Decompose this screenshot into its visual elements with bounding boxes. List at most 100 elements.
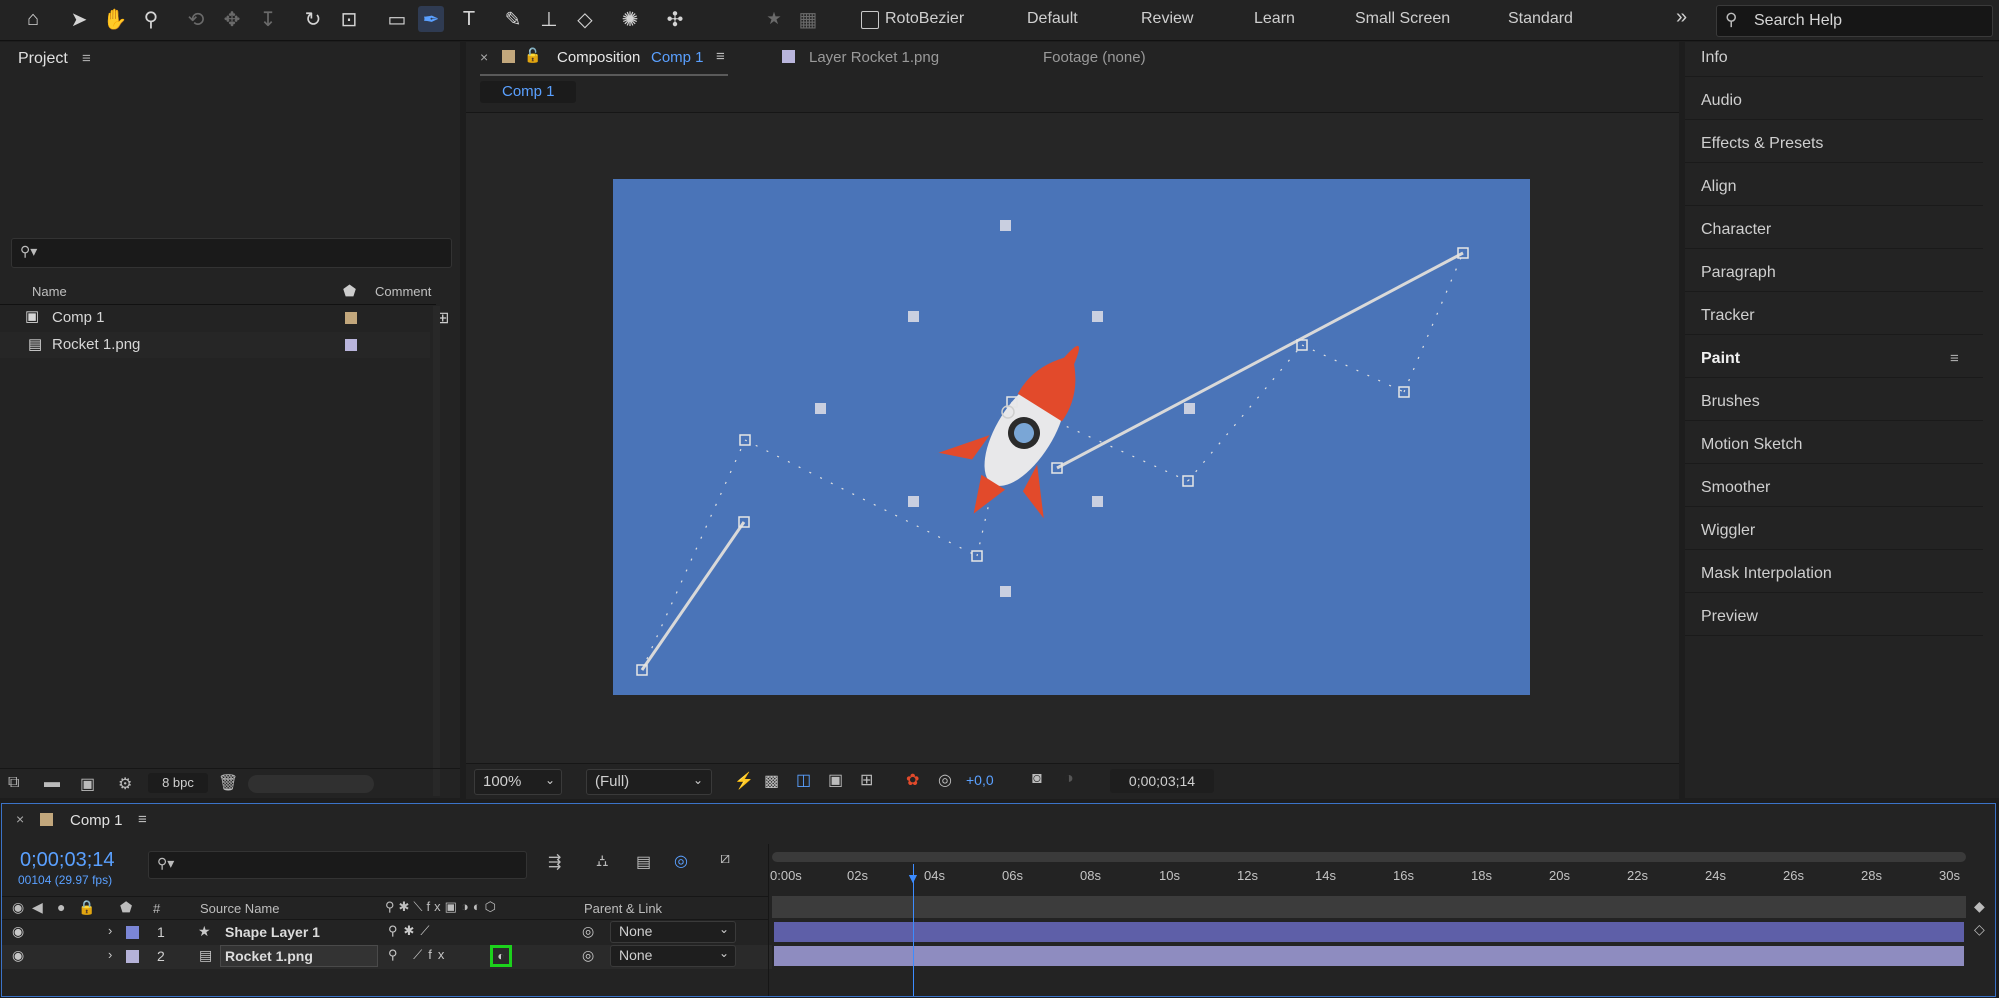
layer-switches[interactable]: ⚲ ⟋fx	[388, 947, 450, 963]
comp-mini-flowchart-icon[interactable]: ⇶	[548, 852, 561, 872]
breadcrumb[interactable]: Comp 1	[480, 81, 576, 103]
eye-icon[interactable]: ◉	[12, 899, 24, 916]
layer-name[interactable]: Rocket 1.png	[225, 948, 313, 964]
panel-align[interactable]: Align	[1685, 178, 1999, 196]
workspace-small-screen[interactable]: Small Screen	[1355, 10, 1450, 28]
interpret-footage-icon[interactable]: ⧉	[8, 774, 19, 792]
workspace-default[interactable]: Default	[1027, 10, 1078, 28]
region-of-interest-icon[interactable]: ▣	[828, 770, 843, 790]
new-folder-icon[interactable]: ▬	[44, 774, 60, 792]
roto-brush-icon[interactable]: ✺	[617, 6, 643, 32]
lock-icon[interactable]: 🔓	[524, 47, 541, 64]
parent-dropdown[interactable]: None ⌄	[610, 945, 736, 967]
close-icon[interactable]: ×	[16, 811, 24, 827]
pan-behind-tool-icon[interactable]: ⊡	[336, 6, 362, 32]
name-column-header[interactable]: Name	[32, 284, 67, 299]
panel-menu-icon[interactable]: ≡	[138, 811, 147, 828]
viewer-timecode[interactable]: 0;00;03;14	[1110, 769, 1214, 793]
layer-label-color[interactable]	[126, 950, 139, 963]
project-panel-title[interactable]: Project	[18, 50, 68, 68]
panel-info[interactable]: Info	[1685, 49, 1999, 67]
frame-blending-icon[interactable]: ▤	[636, 852, 651, 872]
layer-bar-shape[interactable]	[774, 922, 1964, 942]
close-icon[interactable]: ×	[480, 49, 488, 65]
panel-brushes[interactable]: Brushes	[1685, 393, 1999, 411]
number-column-header[interactable]: #	[153, 901, 160, 916]
panel-paragraph[interactable]: Paragraph	[1685, 264, 1999, 282]
channel-icon[interactable]: ✿	[906, 770, 919, 790]
label-tag-icon[interactable]: ⬟	[343, 282, 356, 300]
workspace-standard[interactable]: Standard	[1508, 10, 1573, 28]
table-row[interactable]: ◉ › 2 ▤ Rocket 1.png ⚲ ⟋fx ◐ ◎ None ⌄	[2, 945, 772, 969]
grid-guides-icon[interactable]: ⊞	[860, 770, 873, 790]
list-item[interactable]: ▣ Comp 1	[0, 305, 430, 331]
expand-chevron-icon[interactable]: ›	[108, 947, 112, 962]
project-scrollbar[interactable]	[433, 306, 440, 796]
panel-tracker[interactable]: Tracker	[1685, 307, 1999, 325]
solo-icon[interactable]: ●	[57, 899, 65, 915]
fast-previews-icon[interactable]: ⚡	[734, 771, 754, 791]
puppet-pin-icon[interactable]: ✣	[662, 6, 688, 32]
parent-dropdown[interactable]: None ⌄	[610, 921, 736, 943]
selection-tool-icon[interactable]: ➤	[66, 6, 92, 32]
snapshot-camera-icon[interactable]: ◙	[1032, 770, 1042, 788]
layer-name[interactable]: Shape Layer 1	[225, 924, 320, 940]
zoom-slider-icon[interactable]: ◆	[1974, 898, 1985, 915]
panel-audio[interactable]: Audio	[1685, 92, 1999, 110]
project-search-input[interactable]: ⚲▾	[11, 238, 452, 268]
layer-switches[interactable]: ⚲✱⟋	[388, 923, 436, 939]
expand-chevron-icon[interactable]: ›	[108, 923, 112, 938]
brush-tool-icon[interactable]: ✎	[500, 6, 526, 32]
workspace-review[interactable]: Review	[1141, 10, 1193, 28]
eye-icon[interactable]: ◉	[12, 923, 24, 940]
rotobezier-checkbox[interactable]	[861, 11, 879, 29]
pickwhip-icon[interactable]: ◎	[582, 923, 594, 940]
draft-3d-icon[interactable]: ⛼	[596, 852, 609, 872]
motion-blur-switch-highlighted[interactable]: ◐	[490, 945, 512, 967]
eraser-tool-icon[interactable]: ◇	[572, 6, 598, 32]
panel-mask-interpolation[interactable]: Mask Interpolation	[1685, 565, 1999, 583]
panel-menu-icon[interactable]: ≡	[1950, 350, 1959, 367]
panel-menu-icon[interactable]: ≡	[82, 50, 91, 67]
footage-tab[interactable]: Footage (none)	[1043, 49, 1146, 66]
composition-tab-prefix[interactable]: Composition	[557, 49, 640, 66]
thumbnail-slider[interactable]	[248, 775, 374, 793]
source-name-column-header[interactable]: Source Name	[200, 901, 279, 916]
timeline-timecode[interactable]: 0;00;03;14	[20, 849, 115, 872]
snapping-icon[interactable]: ▦	[795, 6, 821, 32]
pickwhip-icon[interactable]: ◎	[582, 947, 594, 964]
layer-label-color[interactable]	[126, 926, 139, 939]
dolly-camera-icon[interactable]: ↧	[255, 6, 281, 32]
pan-camera-icon[interactable]: ✥	[219, 6, 245, 32]
magnification-dropdown[interactable]: 100% ⌄	[474, 769, 562, 795]
project-settings-icon[interactable]: ⚙	[118, 774, 132, 794]
work-area-bar[interactable]	[772, 896, 1966, 918]
panel-smoother[interactable]: Smoother	[1685, 479, 1999, 497]
timeline-tab[interactable]: Comp 1	[70, 812, 123, 829]
orbit-camera-icon[interactable]: ⟲	[183, 6, 209, 32]
clone-stamp-icon[interactable]: ⊥	[536, 6, 562, 32]
motion-blur-icon[interactable]: ◎	[674, 851, 688, 871]
mask-path-visibility-icon[interactable]: ◫	[796, 770, 811, 790]
trash-icon[interactable]: 🗑	[218, 773, 238, 793]
rotation-tool-icon[interactable]: ↻	[300, 6, 326, 32]
lock-icon[interactable]: 🔒	[78, 899, 95, 916]
zoom-tool-icon[interactable]: ⚲	[138, 6, 164, 32]
panel-character[interactable]: Character	[1685, 221, 1999, 239]
hand-tool-icon[interactable]: ✋	[102, 6, 128, 32]
transparency-grid-icon[interactable]: ▩	[764, 771, 779, 791]
workspace-learn[interactable]: Learn	[1254, 10, 1295, 28]
bit-depth-button[interactable]: 8 bpc	[148, 773, 208, 793]
audio-icon[interactable]: ◀	[32, 899, 43, 916]
eye-icon[interactable]: ◉	[12, 947, 24, 964]
panel-wiggler[interactable]: Wiggler	[1685, 522, 1999, 540]
comment-column-header[interactable]: Comment	[375, 284, 431, 299]
home-icon[interactable]: ⌂	[20, 6, 46, 32]
type-tool-icon[interactable]: T	[456, 6, 482, 32]
panel-effects-presets[interactable]: Effects & Presets	[1685, 135, 1999, 153]
workspace-overflow-button[interactable]: »	[1676, 6, 1687, 29]
graph-editor-icon[interactable]: ⧄	[720, 850, 730, 868]
show-snapshot-icon[interactable]: ◑	[1064, 770, 1074, 788]
timeline-search-input[interactable]: ⚲▾	[148, 851, 527, 879]
exposure-value[interactable]: +0,0	[966, 772, 994, 788]
